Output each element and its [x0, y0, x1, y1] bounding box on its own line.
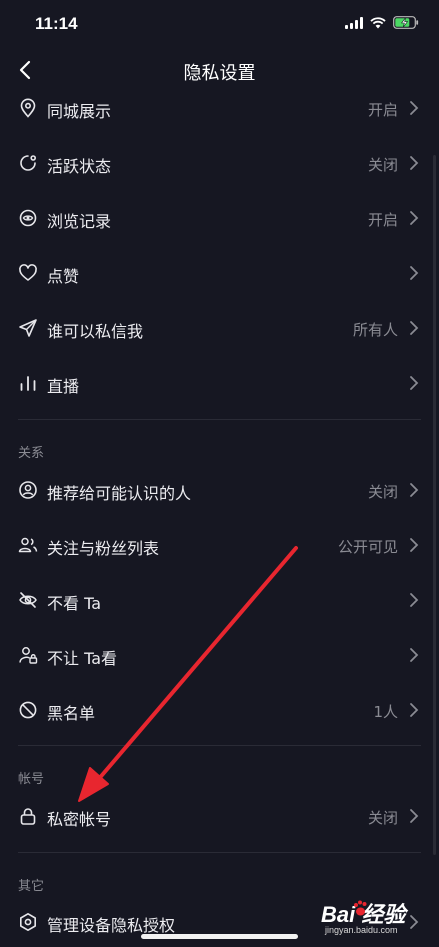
section-title-account: 帐号: [18, 772, 45, 787]
row-label: 不看 Ta: [47, 594, 102, 613]
home-indicator[interactable]: [141, 934, 298, 939]
row-active-status[interactable]: 活跃状态 关闭: [0, 136, 439, 191]
user-lock-icon: [19, 647, 38, 664]
section-title-relations: 关系: [18, 446, 45, 461]
row-likes[interactable]: 点赞: [0, 246, 439, 301]
row-label: 谁可以私信我: [47, 322, 144, 341]
row-value: 所有人: [352, 321, 398, 339]
section-divider: [18, 745, 421, 746]
battery-charging-icon: [393, 16, 419, 29]
row-value: 关闭: [367, 483, 398, 501]
row-value: 开启: [367, 101, 398, 119]
row-value: 关闭: [367, 809, 398, 827]
chevron-right-icon: [410, 101, 419, 115]
row-label: 点赞: [47, 267, 80, 286]
row-label: 不让 Ta看: [47, 649, 118, 668]
cellular-signal-icon: [345, 16, 363, 29]
row-value: 关闭: [367, 156, 398, 174]
row-blacklist[interactable]: 黑名单 1人: [0, 683, 439, 738]
baidu-jingyan-watermark: Bai 经验 jingyan.baidu.com: [321, 897, 433, 941]
row-private-account[interactable]: 私密帐号 关闭: [0, 789, 439, 844]
row-who-can-message[interactable]: 谁可以私信我 所有人: [0, 301, 439, 356]
chevron-right-icon: [410, 156, 419, 170]
row-label: 私密帐号: [47, 810, 112, 829]
user-circle-icon: [19, 481, 37, 499]
row-hide-from-them[interactable]: 不让 Ta看: [0, 628, 439, 683]
heart-icon: [19, 264, 37, 281]
section-divider: [18, 419, 421, 420]
live-bars-icon: [20, 376, 36, 391]
section-title-other: 其它: [18, 879, 45, 894]
eye-off-icon: [19, 592, 37, 608]
wifi-icon: [370, 16, 386, 28]
active-status-icon: [20, 155, 36, 171]
lock-icon: [20, 808, 36, 825]
row-label: 活跃状态: [47, 157, 112, 176]
row-label: 管理设备隐私授权: [47, 916, 176, 935]
watermark-url: jingyan.baidu.com: [325, 925, 398, 935]
chevron-right-icon: [410, 211, 419, 225]
row-follow-fans-list[interactable]: 关注与粉丝列表 公开可见: [0, 518, 439, 573]
hexagon-settings-icon: [20, 913, 36, 931]
section-divider: [18, 852, 421, 853]
paw-icon: [354, 900, 367, 916]
row-label: 直播: [47, 377, 80, 396]
row-value: 开启: [367, 211, 398, 229]
status-time: 11:14: [35, 14, 78, 33]
location-pin-icon: [20, 98, 36, 118]
row-recommend-to-contacts[interactable]: 推荐给可能认识的人 关闭: [0, 463, 439, 518]
row-hide-their-content[interactable]: 不看 Ta: [0, 573, 439, 628]
row-nearby-display[interactable]: 同城展示 开启: [0, 81, 439, 136]
chevron-right-icon: [410, 376, 419, 390]
chevron-right-icon: [410, 483, 419, 497]
row-value: 公开可见: [337, 538, 398, 556]
row-browse-history[interactable]: 浏览记录 开启: [0, 191, 439, 246]
row-label: 推荐给可能认识的人: [47, 484, 192, 503]
send-icon: [19, 319, 37, 337]
chevron-right-icon: [410, 321, 419, 335]
status-bar: 11:14: [0, 0, 439, 50]
block-icon: [19, 701, 37, 719]
status-icons: [345, 16, 419, 29]
chevron-right-icon: [410, 266, 419, 280]
eye-icon: [19, 209, 37, 227]
chevron-right-icon: [410, 703, 419, 717]
row-label: 同城展示: [47, 102, 112, 121]
chevron-right-icon: [410, 648, 419, 662]
row-live[interactable]: 直播: [0, 356, 439, 411]
row-label: 浏览记录: [47, 212, 112, 231]
chevron-right-icon: [410, 538, 419, 552]
users-icon: [18, 537, 38, 553]
chevron-right-icon: [410, 593, 419, 607]
row-label: 黑名单: [47, 704, 96, 723]
chevron-right-icon: [410, 809, 419, 823]
row-label: 关注与粉丝列表: [47, 539, 160, 558]
scrollbar[interactable]: [433, 155, 436, 855]
row-value: 1人: [373, 703, 398, 721]
